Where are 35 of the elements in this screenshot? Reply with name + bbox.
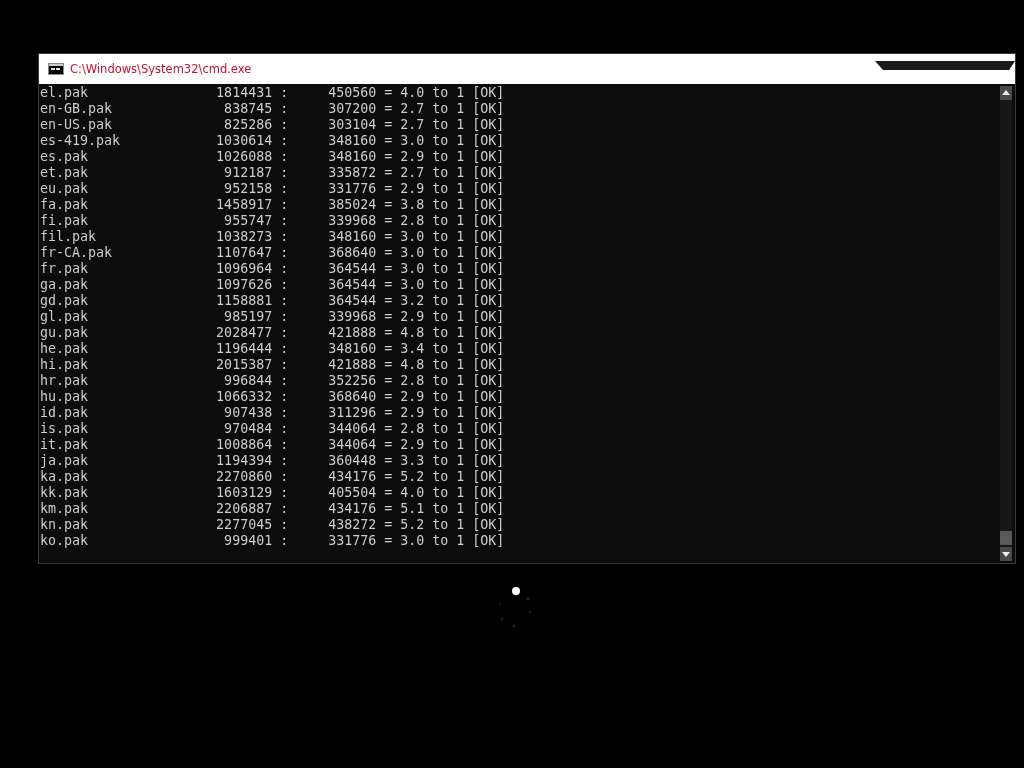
console-line: en-GB.pak 838745 : 307200 = 2.7 to 1 [OK] — [40, 101, 506, 117]
scrollbar[interactable] — [1000, 86, 1012, 561]
console-line: et.pak 912187 : 335872 = 2.7 to 1 [OK] — [40, 165, 506, 181]
console-line: el.pak 1814431 : 450560 = 4.0 to 1 [OK] — [40, 85, 506, 101]
console-line: ka.pak 2270860 : 434176 = 5.2 to 1 [OK] — [40, 469, 506, 485]
console-line: he.pak 1196444 : 348160 = 3.4 to 1 [OK] — [40, 341, 506, 357]
console-line: es-419.pak 1030614 : 348160 = 3.0 to 1 [OK] — [40, 133, 506, 149]
scroll-down-icon[interactable] — [1000, 547, 1012, 561]
console-line: id.pak 907438 : 311296 = 2.9 to 1 [OK] — [40, 405, 506, 421]
console-line: hi.pak 2015387 : 421888 = 4.8 to 1 [OK] — [40, 357, 506, 373]
console-line: is.pak 970484 : 344064 = 2.8 to 1 [OK] — [40, 421, 506, 437]
scroll-up-icon[interactable] — [1000, 86, 1012, 100]
console-line: ga.pak 1097626 : 364544 = 3.0 to 1 [OK] — [40, 277, 506, 293]
console-line: eu.pak 952158 : 331776 = 2.9 to 1 [OK] — [40, 181, 506, 197]
console-line: kk.pak 1603129 : 405504 = 4.0 to 1 [OK] — [40, 485, 506, 501]
console-line: km.pak 2206887 : 434176 = 5.1 to 1 [OK] — [40, 501, 506, 517]
console-line: fil.pak 1038273 : 348160 = 3.0 to 1 [OK] — [40, 229, 506, 245]
console-line: gu.pak 2028477 : 421888 = 4.8 to 1 [OK] — [40, 325, 506, 341]
console-line: ko.pak 999401 : 331776 = 3.0 to 1 [OK] — [40, 533, 506, 549]
console-line: fr.pak 1096964 : 364544 = 3.0 to 1 [OK] — [40, 261, 506, 277]
window-title: C:\Windows\System32\cmd.exe — [70, 62, 252, 76]
terminal-icon — [48, 63, 64, 75]
console-line: gd.pak 1158881 : 364544 = 3.2 to 1 [OK] — [40, 293, 506, 309]
console-line: fr-CA.pak 1107647 : 368640 = 3.0 to 1 [OK] — [40, 245, 506, 261]
scroll-thumb[interactable] — [1000, 531, 1012, 545]
console-line: gl.pak 985197 : 339968 = 2.9 to 1 [OK] — [40, 309, 506, 325]
console-line: es.pak 1026088 : 348160 = 2.9 to 1 [OK] — [40, 149, 506, 165]
console-line: kn.pak 2277045 : 438272 = 5.2 to 1 [OK] — [40, 517, 506, 533]
console-line: en-US.pak 825286 : 303104 = 2.7 to 1 [OK] — [40, 117, 506, 133]
console-line: hu.pak 1066332 : 368640 = 2.9 to 1 [OK] — [40, 389, 506, 405]
console-line: hr.pak 996844 : 352256 = 2.8 to 1 [OK] — [40, 373, 506, 389]
console-line: ja.pak 1194394 : 360448 = 3.3 to 1 [OK] — [40, 453, 506, 469]
console-line: fi.pak 955747 : 339968 = 2.8 to 1 [OK] — [40, 213, 506, 229]
console-line: it.pak 1008864 : 344064 = 2.9 to 1 [OK] — [40, 437, 506, 453]
console-line: fa.pak 1458917 : 385024 = 3.8 to 1 [OK] — [40, 197, 506, 213]
